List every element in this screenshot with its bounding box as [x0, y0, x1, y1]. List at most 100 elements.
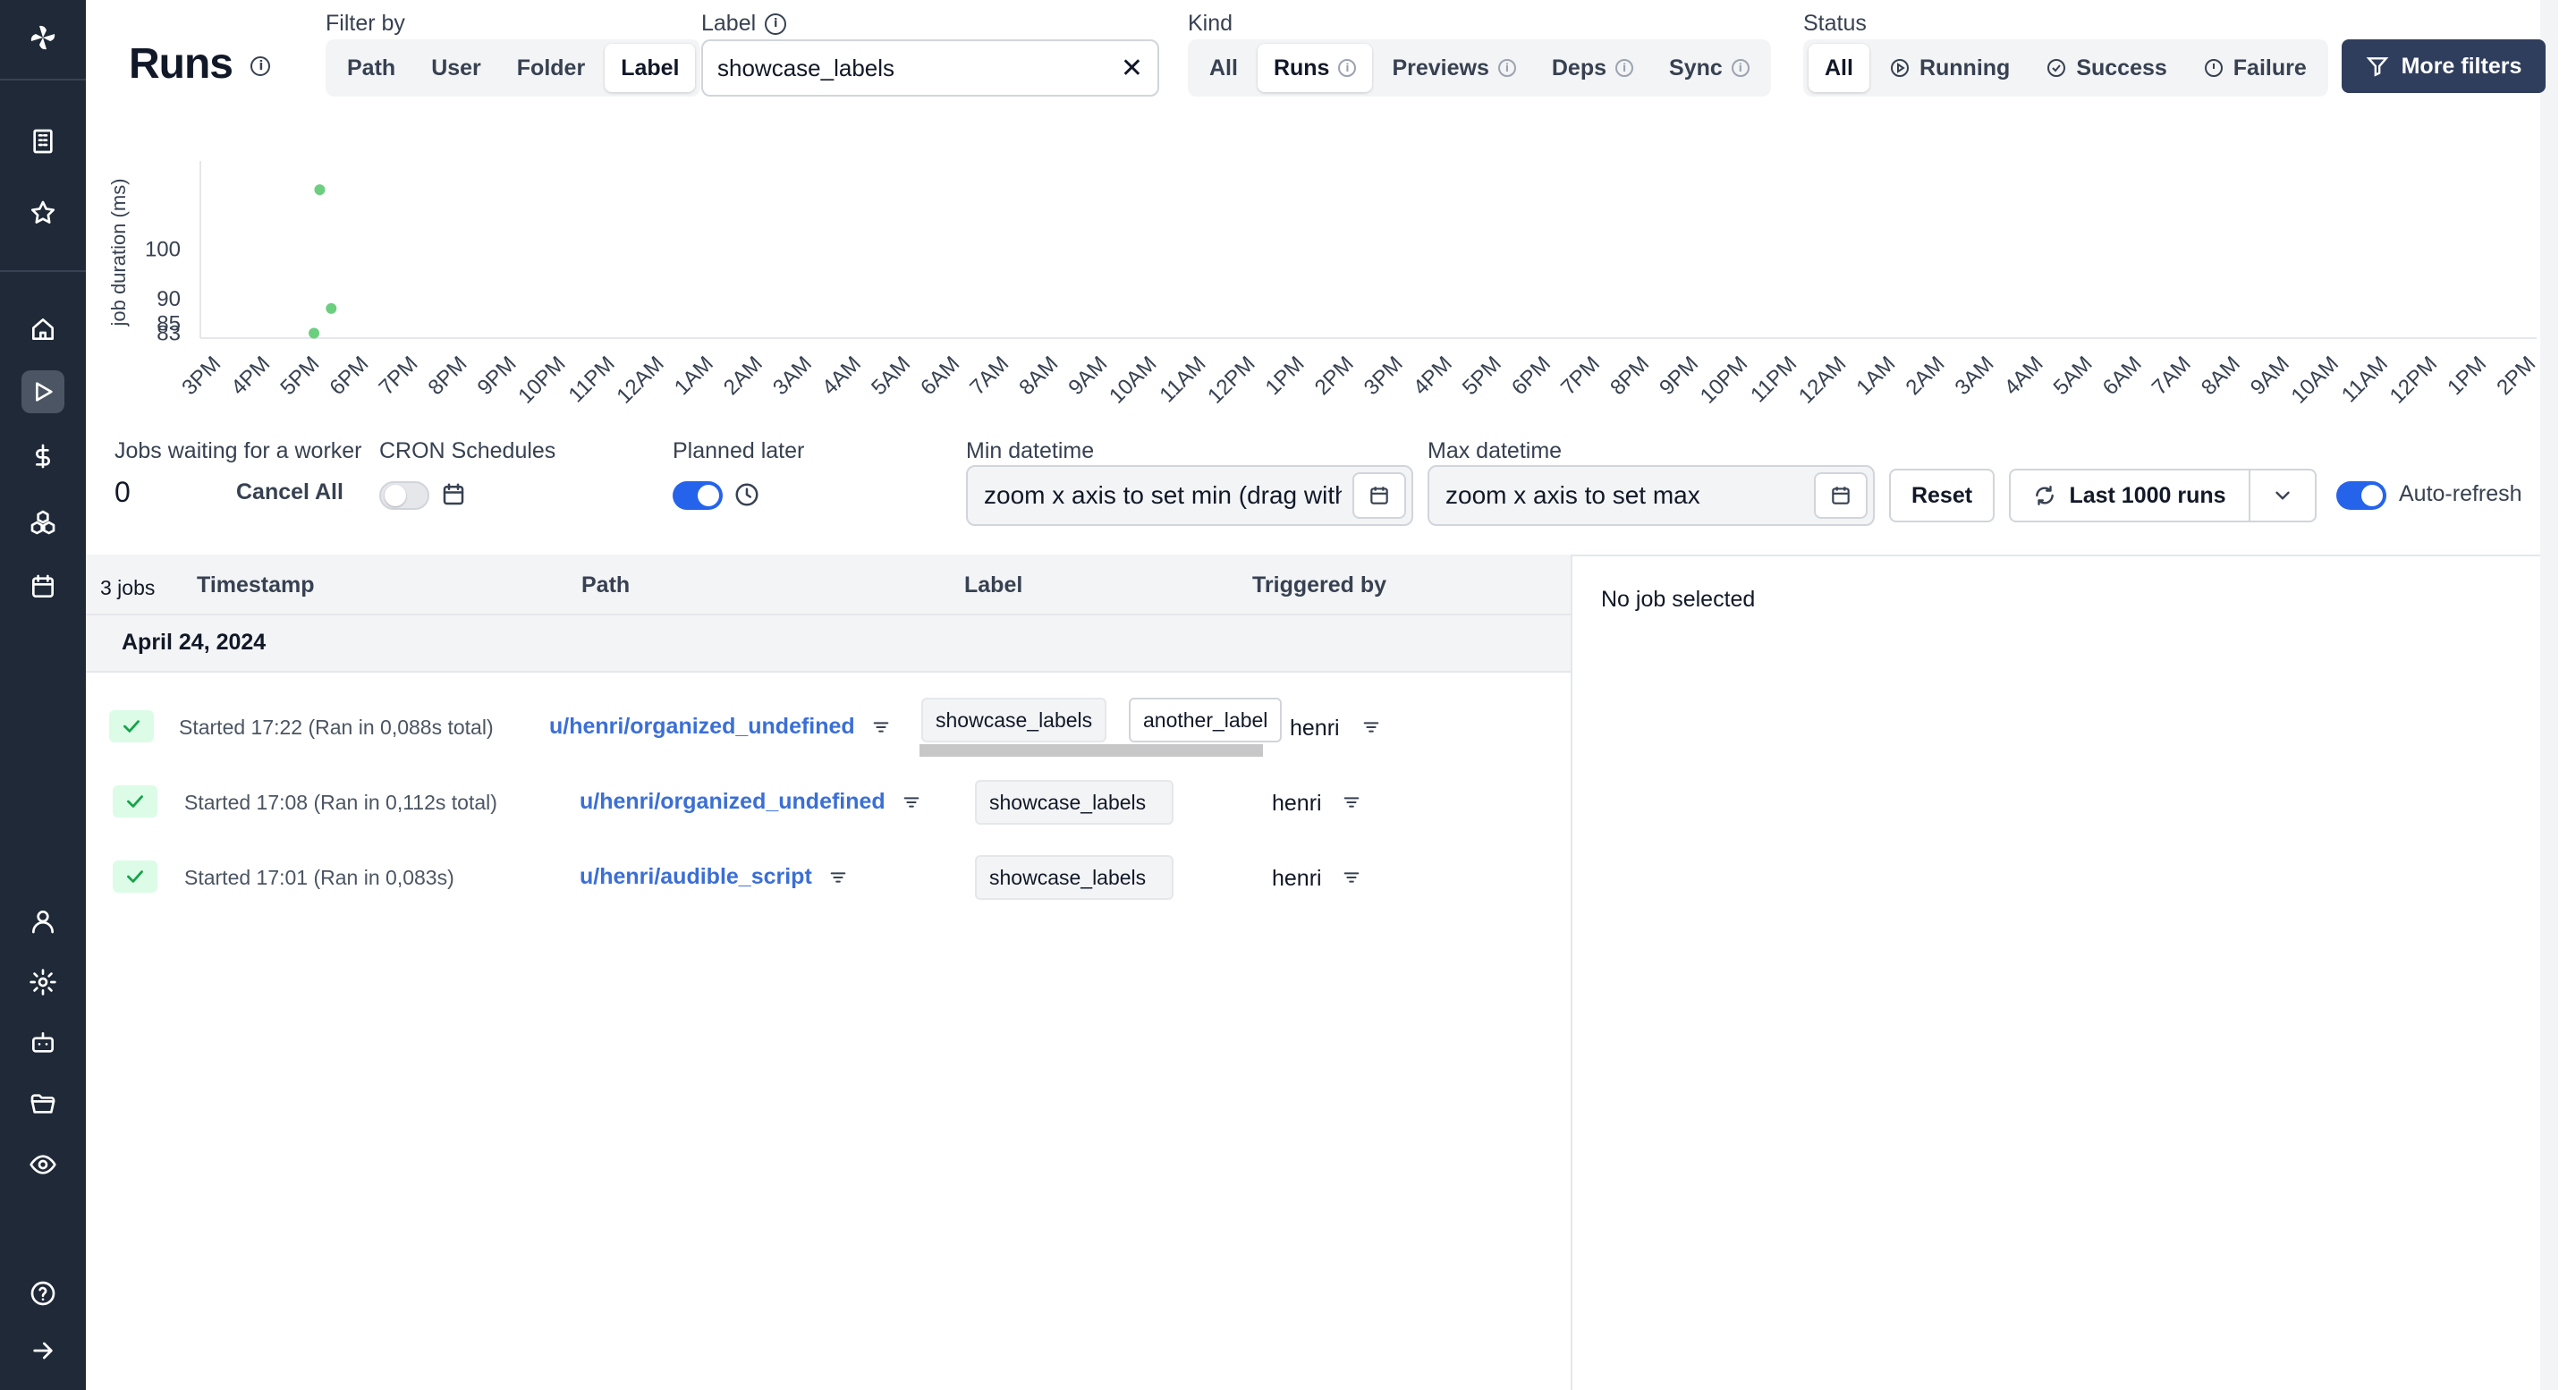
x-tick-label: 2AM: [719, 352, 767, 400]
date-group-header: April 24, 2024: [86, 615, 1571, 673]
runs-play-icon[interactable]: [21, 370, 64, 413]
x-tick-label: 10PM: [513, 352, 570, 408]
last-runs-button[interactable]: Last 1000 runs: [2009, 469, 2250, 522]
x-tick-label: 12PM: [1203, 352, 1259, 408]
table-row[interactable]: Started 17:01 (Ran in 0,083s) u/henri/au…: [86, 839, 1571, 914]
x-tick-label: 4PM: [226, 352, 275, 400]
x-tick-label: 7PM: [1556, 352, 1605, 400]
row-path-link[interactable]: u/henri/organized_undefined: [549, 714, 855, 740]
planned-later-toggle[interactable]: [673, 481, 723, 510]
x-tick-label: 12PM: [2385, 352, 2442, 408]
min-datetime-input[interactable]: zoom x axis to set min (drag with ctrl): [966, 465, 1413, 526]
last-runs-dropdown[interactable]: [2249, 469, 2317, 522]
filter-by-path[interactable]: Path: [331, 44, 411, 92]
folders-open-folder-icon[interactable]: [21, 1082, 64, 1125]
info-icon[interactable]: i: [1615, 59, 1634, 77]
clock-icon[interactable]: [733, 481, 760, 508]
row-timestamp: Started 17:01 (Ran in 0,083s): [184, 866, 454, 889]
status-failure[interactable]: Failure: [2187, 44, 2323, 92]
filter-lines-icon[interactable]: [828, 868, 848, 887]
status-success[interactable]: Success: [2029, 44, 2182, 92]
resources-boxes-icon[interactable]: [21, 501, 64, 544]
x-tick-label: 10AM: [2287, 352, 2343, 408]
column-timestamp: Timestamp: [197, 572, 315, 598]
label-horizontal-scrollbar[interactable]: [919, 744, 1263, 757]
success-check-icon: [113, 860, 157, 893]
min-datetime-placeholder: zoom x axis to set min (drag with ctrl): [984, 481, 1342, 509]
y-tick-label: 90: [157, 287, 181, 311]
expand-arrow-right-icon[interactable]: [21, 1329, 64, 1372]
workspace-building-icon[interactable]: [21, 120, 64, 163]
row-label-tag: showcase_labels: [921, 698, 1107, 742]
row-path-link[interactable]: u/henri/organized_undefined: [580, 789, 886, 815]
status-running-text: Running: [1919, 55, 2011, 81]
filter-lines-icon[interactable]: [871, 717, 891, 737]
kind-runs[interactable]: Runs i: [1257, 44, 1373, 92]
info-icon[interactable]: i: [765, 13, 787, 35]
calendar-icon[interactable]: [1814, 472, 1868, 519]
favorites-star-icon[interactable]: [21, 191, 64, 234]
filter-by-folder[interactable]: Folder: [501, 44, 601, 92]
x-tick-label: 7AM: [2148, 352, 2196, 400]
funnel-icon: [2366, 57, 2388, 77]
x-tick-label: 5AM: [2049, 352, 2097, 400]
page-title-text: Runs: [129, 40, 233, 88]
auto-refresh-toggle[interactable]: [2336, 481, 2386, 510]
kind-deps[interactable]: Deps i: [1536, 44, 1649, 92]
filter-by-label-option[interactable]: Label: [605, 44, 696, 92]
kind-previews[interactable]: Previews i: [1376, 44, 1531, 92]
table-row[interactable]: Started 17:08 (Ran in 0,112s total) u/he…: [86, 764, 1571, 839]
success-check-icon: [113, 785, 157, 818]
row-timestamp: Started 17:22 (Ran in 0,088s total): [179, 716, 494, 739]
kind-sync[interactable]: Sync i: [1653, 44, 1766, 92]
settings-gear-icon[interactable]: [21, 961, 64, 1004]
cancel-all-button[interactable]: Cancel All: [236, 479, 343, 505]
x-tick-label: 2AM: [1901, 352, 1949, 400]
jobs-waiting-value: 0: [114, 476, 131, 508]
filter-lines-icon[interactable]: [1342, 868, 1361, 887]
filter-lines-icon[interactable]: [1361, 717, 1381, 737]
workers-bot-icon[interactable]: [21, 1021, 64, 1064]
kind-all[interactable]: All: [1193, 44, 1254, 92]
x-tick-label: 2PM: [1310, 352, 1359, 400]
filter-by-user[interactable]: User: [415, 44, 497, 92]
no-job-selected-text: No job selected: [1601, 587, 1756, 612]
calendar-icon[interactable]: [1352, 472, 1406, 519]
toggle-knob: [2361, 485, 2383, 506]
info-icon[interactable]: i: [1338, 59, 1357, 77]
success-check-icon: [109, 710, 154, 742]
help-question-icon[interactable]: [21, 1272, 64, 1315]
schedules-calendar-icon[interactable]: [21, 565, 64, 608]
status-running[interactable]: Running: [1873, 44, 2026, 92]
filter-lines-icon[interactable]: [1342, 792, 1361, 812]
info-icon[interactable]: i: [1497, 59, 1516, 77]
status-all[interactable]: All: [1809, 44, 1869, 92]
kind-label: Kind: [1188, 11, 1233, 36]
row-path-link[interactable]: u/henri/audible_script: [580, 864, 812, 890]
cron-schedules-toggle[interactable]: [379, 481, 429, 510]
filter-lines-icon[interactable]: [902, 792, 921, 812]
reset-button[interactable]: Reset: [1889, 469, 1995, 522]
info-icon[interactable]: i: [250, 56, 271, 77]
audit-eye-icon[interactable]: [21, 1143, 64, 1186]
label-filter-input[interactable]: showcase_labels ✕: [701, 39, 1159, 97]
home-icon[interactable]: [21, 308, 64, 351]
clear-icon[interactable]: ✕: [1121, 53, 1143, 84]
windmill-logo-icon[interactable]: [21, 16, 64, 59]
calendar-icon[interactable]: [440, 481, 467, 508]
scatter-plot[interactable]: job duration (ms)8385901003PM 4PM 5PM 6PM 7P…: [86, 152, 2558, 420]
variables-dollar-icon[interactable]: [21, 435, 64, 478]
x-tick-label: 7PM: [375, 352, 423, 400]
max-datetime-input[interactable]: zoom x axis to set max: [1428, 465, 1875, 526]
x-tick-label: 4AM: [818, 352, 866, 400]
x-tick-label: 10PM: [1696, 352, 1752, 408]
job-duration-chart[interactable]: job duration (ms) 83 85 90 100 3PM 4PM 5PM 6PM 7P…: [86, 152, 2558, 420]
info-icon[interactable]: i: [1731, 59, 1750, 77]
row-label-tag: another_label: [1129, 698, 1283, 742]
x-tick-label: 7AM: [965, 352, 1013, 400]
max-datetime-placeholder: zoom x axis to set max: [1445, 481, 1700, 509]
table-row[interactable]: Started 17:22 (Ran in 0,088s total) u/he…: [86, 689, 1571, 764]
more-filters-button[interactable]: More filters: [2342, 39, 2546, 93]
user-icon[interactable]: [21, 900, 64, 943]
row-timestamp: Started 17:08 (Ran in 0,112s total): [184, 791, 497, 814]
